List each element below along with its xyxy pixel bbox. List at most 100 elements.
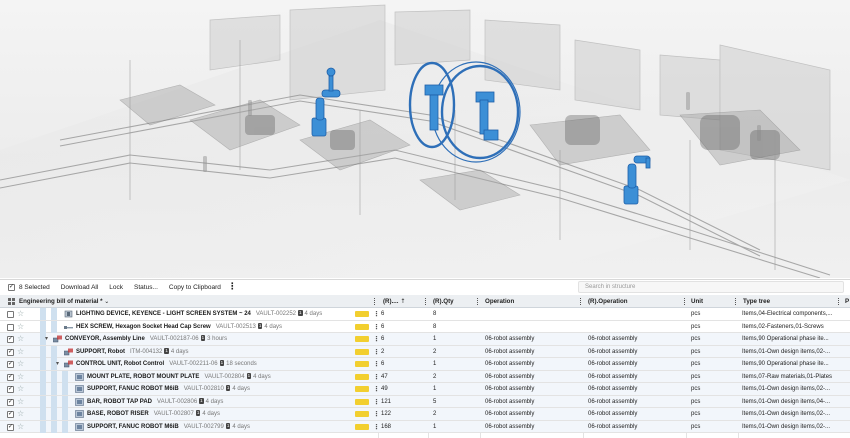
chevron-down-icon[interactable]: ▾ [45,333,48,345]
cell-rqty[interactable]: 8 [433,308,477,320]
cell-unit[interactable]: pcs [691,321,735,333]
cell-roperation[interactable]: 06-robot assembly [588,396,683,408]
chevron-down-icon[interactable]: ⌄ [104,298,109,305]
maturity-badge[interactable] [355,411,369,417]
row-checkbox-icon[interactable] [7,360,14,368]
table-row[interactable]: ☆ LIGHTING DEVICE, KEYENCE - LIGHT SCREEN… [0,308,850,321]
more-actions-icon[interactable]: ⋮ [228,282,237,292]
cell-unit[interactable]: pcs [691,408,735,420]
row-checkbox-icon[interactable] [7,335,14,343]
cell-rpos[interactable]: 6 [381,321,425,333]
row-name[interactable]: MOUNT PLATE, ROBOT MOUNT PLATE VAULT-0028… [87,371,350,383]
table-row[interactable]: ☆SUPPORT, FANUC ROBOT M6iBVAULT-00279914… [0,420,850,433]
lock-button[interactable]: Lock [109,284,123,291]
cell-unit[interactable]: pcs [691,371,735,383]
item-title[interactable]: HEX SCREW, Hexagon Socket Head Cap Screw [76,324,211,330]
maturity-badge[interactable] [355,311,369,317]
cell-roperation[interactable]: 06-robot assembly [588,421,683,433]
maturity-badge[interactable] [355,398,369,405]
cell-rpos[interactable]: 6 [381,308,425,320]
cell-operation[interactable]: 06-robot assembly [485,383,580,395]
row-name[interactable]: HEX SCREW, Hexagon Socket Head Cap Screw… [76,321,350,333]
row-actions-icon[interactable]: ⋮ [373,346,380,358]
cell-rqty[interactable]: 1 [433,358,477,370]
table-row[interactable]: ☆ HEX SCREW, Hexagon Socket Head Cap Scre… [0,320,850,333]
cell-roperation[interactable]: 06-robot assembly [588,383,683,395]
cell-operation[interactable]: 06-robot assembly [485,396,580,408]
cell-roperation[interactable] [588,308,683,320]
row-checkbox-icon[interactable] [7,385,14,393]
row-actions-icon[interactable]: ⋮ [373,408,380,420]
column-header-extra[interactable]: P [842,295,850,308]
row-checkbox-icon[interactable] [7,410,14,418]
maturity-badge[interactable] [355,348,369,355]
cell-rqty[interactable]: 1 [433,421,477,433]
row-actions-icon[interactable]: ⋮ [373,421,380,433]
column-header-unit[interactable]: Unit [688,295,728,308]
table-row[interactable]: ☆ ▾ CONTROL UNIT, Robot Control VAULT-00221… [0,358,850,371]
star-icon[interactable]: ☆ [17,397,24,407]
cell-operation[interactable]: 06-robot assembly [485,408,580,420]
row-actions-icon[interactable]: ⋮ [373,371,380,383]
star-icon[interactable]: ☆ [17,347,24,357]
table-row[interactable]: ☆SUPPORT, RobotITM-00413214 days⋮2206-ro… [0,345,850,358]
item-title[interactable]: MOUNT PLATE, ROBOT MOUNT PLATE [87,374,199,380]
cell-unit[interactable]: pcs [691,396,735,408]
maturity-badge[interactable] [355,373,369,380]
cell-rpos[interactable]: 6 [381,358,425,370]
maturity-badge[interactable] [355,423,369,430]
cell-roperation[interactable]: 06-robot assembly [588,346,683,358]
cell-roperation[interactable] [588,321,683,333]
cell-operation[interactable]: 06-robot assembly [485,358,580,370]
row-name[interactable]: BASE, ROBOT RISER VAULT-002807 1 4 days [87,408,350,420]
maturity-badge[interactable] [355,336,369,342]
item-title[interactable]: SUPPORT, FANUC ROBOT M6iB [87,386,179,392]
cell-rpos[interactable]: 121 [381,396,425,408]
cell-operation[interactable]: 06-robot assembly [485,346,580,358]
row-actions-icon[interactable]: ⋮ [373,396,380,408]
table-row[interactable]: ☆ SUPPORT, FANUC ROBOT M6iBVAULT-00281014… [0,383,850,396]
cell-operation[interactable]: 06-robot assembly [485,421,580,433]
table-row[interactable]: ☆ BAR, ROBOT TAP PAD VAULT-00280614 days ⋮1… [0,395,850,408]
row-name[interactable]: SUPPORT, FANUC ROBOT M6iB VAULT-002799 1 4 … [87,421,350,433]
row-name[interactable]: CONTROL UNIT, Robot Control VAULT-002211-… [76,358,350,370]
chevron-down-icon[interactable]: ▾ [56,358,59,370]
cell-rpos[interactable]: 49 [381,383,425,395]
row-checkbox-icon[interactable] [7,311,14,318]
column-header-operation[interactable]: Operation [482,295,572,308]
item-title[interactable]: BAR, ROBOT TAP PAD [87,399,152,405]
maturity-badge[interactable] [355,386,369,392]
select-all-checkbox-icon[interactable] [8,283,15,291]
cell-rpos[interactable]: 2 [381,346,425,358]
cell-rpos[interactable]: 47 [381,371,425,383]
cell-operation[interactable]: 06-robot assembly [485,371,580,383]
column-header-type-tree[interactable]: Type tree [740,295,830,308]
row-actions-icon[interactable]: ⋮ [373,358,380,370]
column-header-name[interactable]: Engineering bill of material * ⌄ [16,295,166,308]
column-header-rqty[interactable]: (R).Qty [430,295,475,308]
table-row[interactable]: ☆ ▾ CONVEYOR, Assembly Line VAULT-002187-06… [0,333,850,346]
row-actions-icon[interactable]: ⋮ [373,333,380,345]
item-title[interactable]: CONVEYOR, Assembly Line [65,336,145,342]
download-all-button[interactable]: Download All [61,284,99,291]
cell-rqty[interactable]: 8 [433,321,477,333]
row-name[interactable]: BAR, ROBOT TAP PAD VAULT-002806 1 4 days [87,396,350,408]
search-input[interactable]: Search in structure [578,281,844,293]
row-checkbox-icon[interactable] [7,398,14,406]
row-name[interactable]: SUPPORT, FANUC ROBOT M6iB VAULT-002810 1 4 … [87,383,350,395]
cell-rqty[interactable]: 5 [433,396,477,408]
cell-roperation[interactable]: 06-robot assembly [588,358,683,370]
cell-unit[interactable]: pcs [691,358,735,370]
row-checkbox-icon[interactable] [7,348,14,356]
item-title[interactable]: BASE, ROBOT RISER [87,411,149,417]
row-checkbox-icon[interactable] [7,323,14,331]
cell-operation[interactable] [485,308,580,320]
cell-roperation[interactable]: 06-robot assembly [588,371,683,383]
cell-rqty[interactable]: 1 [433,383,477,395]
row-actions-icon[interactable]: ⋮ [373,383,380,395]
row-checkbox-icon[interactable] [7,373,14,381]
star-icon[interactable]: ☆ [17,322,24,332]
cell-rpos[interactable]: 168 [381,421,425,433]
star-icon[interactable]: ☆ [17,309,24,319]
star-icon[interactable]: ☆ [17,384,24,394]
